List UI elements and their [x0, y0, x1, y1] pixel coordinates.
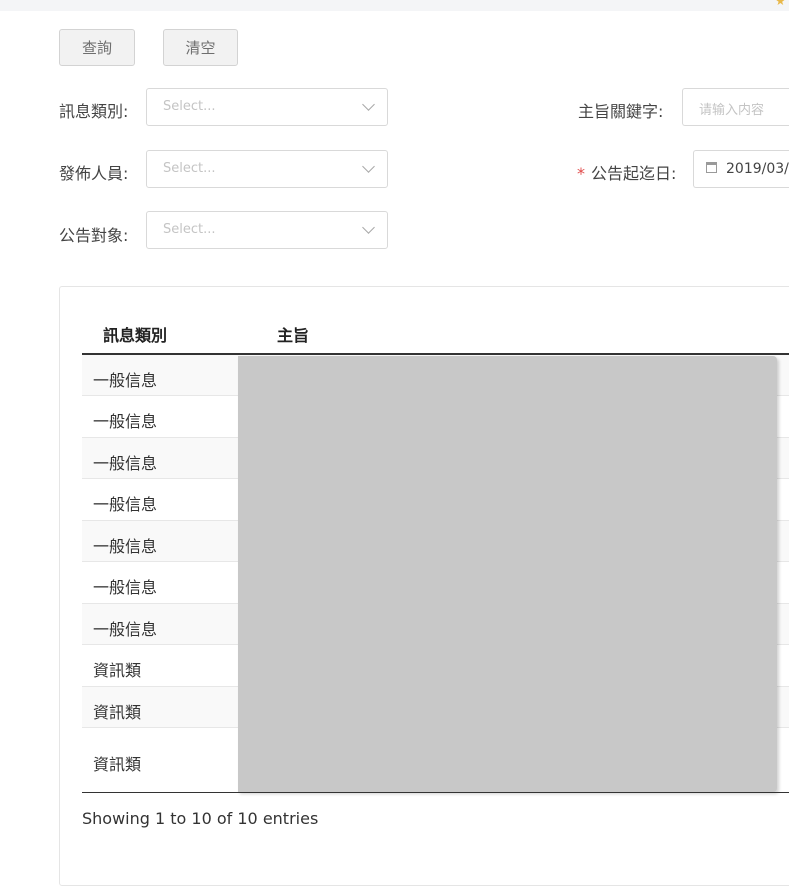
cell-msg-type: 一般信息 — [93, 578, 158, 597]
chevron-down-icon — [362, 160, 375, 173]
msg-type-label: 訊息類別: — [59, 102, 129, 121]
publisher-placeholder: Select... — [163, 161, 216, 176]
cell-msg-type: 資訊類 — [93, 755, 142, 774]
cell-msg-type: 一般信息 — [93, 454, 158, 473]
chevron-down-icon — [362, 221, 375, 234]
cell-msg-type: 一般信息 — [93, 412, 158, 431]
date-range-label-text: 公告起迄日: — [591, 164, 677, 183]
date-range-value: 2019/03/ — [726, 161, 789, 177]
keyword-placeholder: 请输入内容 — [699, 103, 765, 118]
query-button[interactable]: 查詢 — [59, 29, 135, 66]
date-range-input[interactable]: 2019/03/ — [693, 150, 789, 188]
chevron-down-icon — [362, 98, 375, 111]
clear-button[interactable]: 清空 — [163, 29, 238, 66]
keyword-label: 主旨關鍵字: — [578, 102, 664, 121]
audience-select[interactable]: Select... — [146, 211, 388, 249]
redacted-subject-column — [238, 356, 777, 792]
cell-msg-type: 一般信息 — [93, 371, 158, 390]
msg-type-select[interactable]: Select... — [146, 88, 388, 126]
cell-msg-type: 資訊類 — [93, 661, 142, 680]
cell-msg-type: 一般信息 — [93, 537, 158, 556]
msg-type-placeholder: Select... — [163, 99, 216, 114]
star-icon: ★ — [775, 0, 786, 8]
cell-msg-type: 一般信息 — [93, 620, 158, 639]
required-mark: * — [577, 164, 585, 183]
column-header-subject[interactable]: 主旨 — [277, 322, 309, 346]
table-info: Showing 1 to 10 of 10 entries — [82, 809, 319, 828]
cell-msg-type: 一般信息 — [93, 495, 158, 514]
keyword-input[interactable]: 请输入内容 — [682, 88, 789, 126]
cell-msg-type: 資訊類 — [93, 703, 142, 722]
audience-placeholder: Select... — [163, 222, 216, 237]
publisher-label: 發佈人員: — [59, 164, 129, 183]
publisher-select[interactable]: Select... — [146, 150, 388, 188]
top-bar: ★ — [0, 0, 789, 11]
calendar-icon — [706, 162, 717, 173]
column-header-msg-type[interactable]: 訊息類別 — [103, 322, 167, 346]
table-bottom-border — [82, 792, 789, 793]
audience-label: 公告對象: — [59, 226, 129, 245]
date-range-label: * 公告起迄日: — [577, 160, 676, 184]
